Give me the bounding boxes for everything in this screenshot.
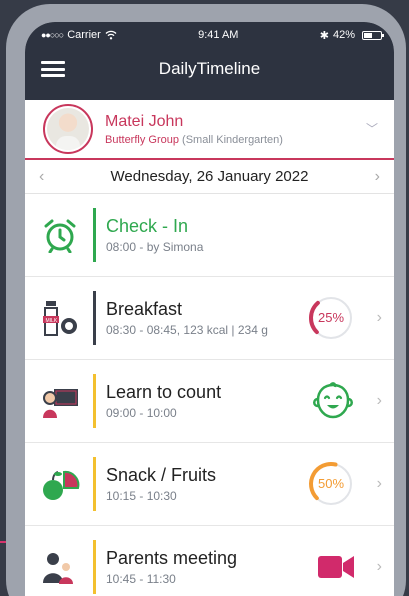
bluetooth-icon: ✱ bbox=[319, 29, 329, 42]
date-label: Wednesday, 26 January 2022 bbox=[110, 168, 309, 185]
app-header: ●●○○○ Carrier 9:41 AM ✱ 42% DailyTimelin… bbox=[25, 22, 394, 100]
timeline-item-breakfast[interactable]: MILK Breakfast 08:30 - 08:45, 123 kcal |… bbox=[25, 277, 394, 360]
hamburger-menu-icon[interactable] bbox=[41, 61, 65, 77]
chevron-right-icon[interactable]: › bbox=[377, 309, 382, 327]
battery-percent: 42% bbox=[332, 29, 355, 41]
timeline-item-learn[interactable]: Learn to count 09:00 - 10:00 › bbox=[25, 360, 394, 443]
video-camera-icon bbox=[318, 556, 354, 578]
next-day-chevron-icon[interactable]: › bbox=[375, 168, 380, 186]
event-color-bar bbox=[93, 540, 96, 594]
chevron-right-icon[interactable]: › bbox=[377, 392, 382, 410]
carrier-label: Carrier bbox=[67, 29, 101, 41]
status-bar: ●●○○○ Carrier 9:41 AM ✱ 42% bbox=[25, 22, 394, 48]
child-name: Matei John bbox=[105, 112, 184, 130]
status-time: 9:41 AM bbox=[198, 29, 239, 41]
teacher-board-icon bbox=[39, 380, 81, 422]
timeline-item-parents-meeting[interactable]: Parents meeting 10:45 - 11:30 › bbox=[25, 526, 394, 596]
fruits-icon bbox=[39, 463, 81, 505]
progress-ring: 25% bbox=[306, 293, 356, 343]
progress-label: 25% bbox=[317, 310, 345, 325]
alarm-clock-icon bbox=[39, 214, 81, 256]
event-color-bar bbox=[93, 457, 96, 511]
happy-face-icon bbox=[313, 382, 353, 419]
battery-icon bbox=[361, 30, 384, 40]
event-title: Parents meeting bbox=[106, 548, 238, 568]
date-navigator: ‹ Wednesday, 26 January 2022 › bbox=[25, 160, 394, 194]
event-title: Snack / Fruits bbox=[106, 465, 217, 485]
child-group-detail: (Small Kindergarten) bbox=[182, 133, 283, 146]
child-selector[interactable]: Matei John Butterfly Group (Small Kinder… bbox=[25, 100, 394, 160]
event-subtitle: 08:00 - by Simona bbox=[106, 240, 204, 254]
chevron-right-icon[interactable]: › bbox=[377, 475, 382, 493]
child-group: Butterfly Group bbox=[105, 133, 179, 146]
progress-label: 50% bbox=[317, 476, 345, 491]
phone-frame: ●●○○○ Carrier 9:41 AM ✱ 42% DailyTimelin… bbox=[6, 4, 406, 596]
chevron-right-icon[interactable]: › bbox=[377, 558, 382, 576]
page-title: DailyTimeline bbox=[158, 59, 261, 78]
event-title: Learn to count bbox=[106, 382, 222, 402]
prev-day-chevron-icon[interactable]: ‹ bbox=[39, 168, 44, 186]
progress-ring: 50% bbox=[306, 459, 356, 509]
timeline-item-snack[interactable]: Snack / Fruits 10:15 - 10:30 50% › bbox=[25, 443, 394, 526]
event-title: Check - In bbox=[106, 216, 189, 236]
event-color-bar bbox=[93, 291, 96, 345]
chevron-down-icon[interactable]: ﹀ bbox=[366, 120, 378, 137]
event-subtitle: 09:00 - 10:00 bbox=[106, 406, 177, 420]
timeline-item-checkin[interactable]: Check - In 08:00 - by Simona bbox=[25, 194, 394, 277]
wifi-icon bbox=[105, 30, 117, 40]
svg-text:MILK: MILK bbox=[46, 318, 58, 324]
event-subtitle: 08:30 - 08:45, 123 kcal | 234 g bbox=[106, 323, 268, 337]
signal-dots-icon: ●●○○○ bbox=[41, 30, 64, 40]
event-color-bar bbox=[93, 374, 96, 428]
parents-icon bbox=[39, 546, 81, 588]
app-screen: ●●○○○ Carrier 9:41 AM ✱ 42% DailyTimelin… bbox=[25, 22, 394, 596]
milk-bottle-icon: MILK bbox=[39, 297, 81, 339]
avatar bbox=[43, 104, 93, 154]
event-color-bar bbox=[93, 208, 96, 262]
event-subtitle: 10:45 - 11:30 bbox=[106, 572, 176, 586]
event-subtitle: 10:15 - 10:30 bbox=[106, 489, 177, 503]
nav-bar: DailyTimeline bbox=[25, 48, 394, 100]
event-title: Breakfast bbox=[106, 299, 183, 319]
